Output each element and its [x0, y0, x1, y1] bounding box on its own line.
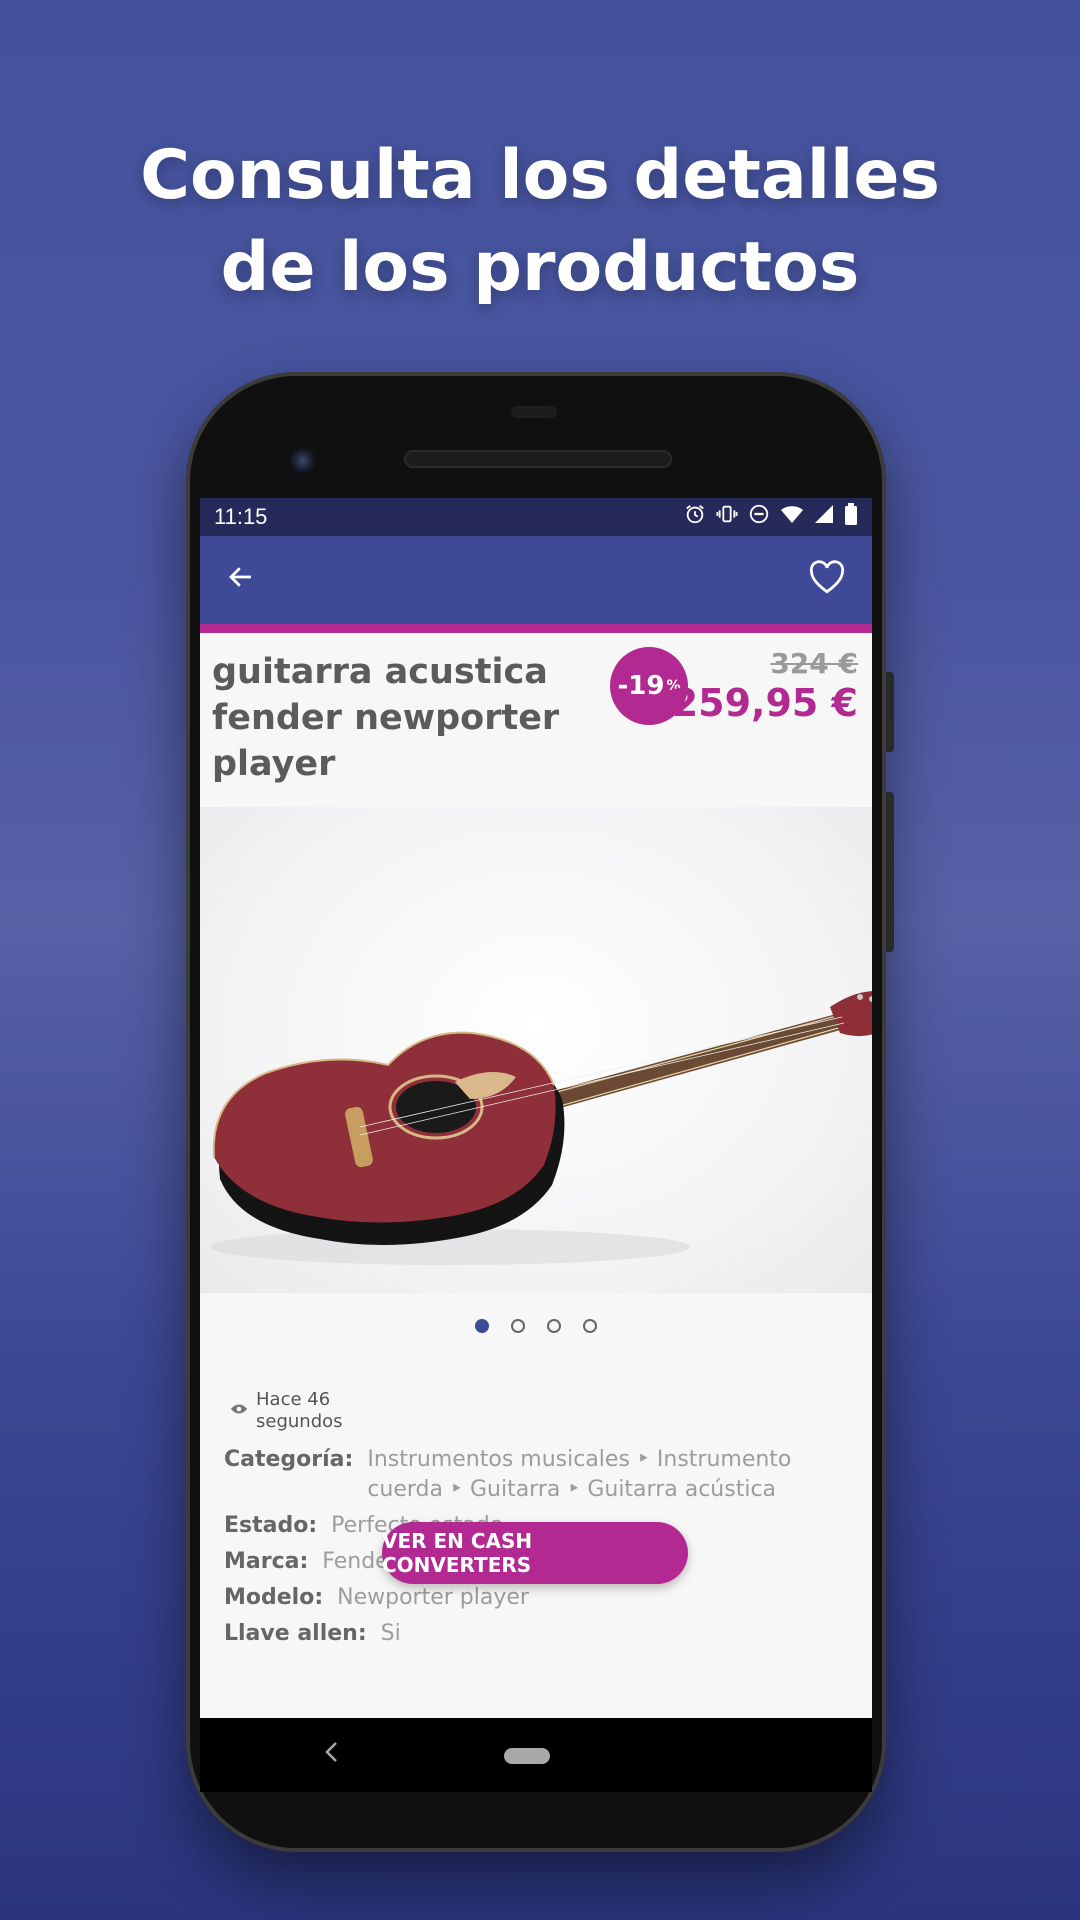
views-text-2: segundos	[256, 1411, 343, 1432]
view-in-store-button[interactable]: VER EN CASH CONVERTERS	[382, 1522, 688, 1584]
gallery-dot-2[interactable]	[511, 1319, 525, 1333]
headline: Consulta los detalles de los productos	[0, 130, 1080, 314]
new-price: 259,95 €	[671, 681, 858, 725]
spec-key: Categoría:	[224, 1447, 354, 1472]
gallery-dot-3[interactable]	[547, 1319, 561, 1333]
accent-stripe	[200, 624, 872, 633]
views-info: Hace 46 segundos	[230, 1389, 872, 1433]
eye-icon	[230, 1399, 248, 1421]
discount-number: -19	[617, 671, 665, 701]
volume-button	[886, 792, 894, 952]
vibrate-icon	[716, 503, 738, 531]
gallery-dots	[200, 1293, 872, 1369]
app-bar	[200, 536, 872, 624]
front-camera	[290, 448, 318, 476]
nav-home-pill[interactable]	[504, 1748, 550, 1764]
earpiece-speaker	[404, 450, 672, 468]
phone-frame: 11:15 guitarra acustica fender newporter…	[186, 372, 894, 1852]
product-header: guitarra acustica fender newporter playe…	[200, 633, 872, 807]
views-text: Hace 46	[256, 1389, 331, 1410]
battery-icon	[844, 503, 858, 531]
heart-outline-icon[interactable]	[808, 559, 846, 601]
gallery-dot-4[interactable]	[583, 1319, 597, 1333]
spec-row-allen-key: Llave allen: Si	[224, 1619, 872, 1649]
spec-row-category: Categoría: Instrumentos musicales ‣ Inst…	[224, 1445, 872, 1505]
spec-key: Estado:	[224, 1513, 318, 1538]
product-title: guitarra acustica fender newporter playe…	[212, 652, 560, 784]
spec-key: Llave allen:	[224, 1621, 367, 1646]
sensor-slit	[511, 406, 557, 418]
navigation-bar	[200, 1718, 872, 1792]
screen: 11:15 guitarra acustica fender newporter…	[200, 498, 872, 1718]
status-bar: 11:15	[200, 498, 872, 536]
status-icons	[684, 503, 858, 531]
spec-key: Marca:	[224, 1549, 309, 1574]
product-image[interactable]	[200, 807, 872, 1293]
spec-key: Modelo:	[224, 1585, 324, 1610]
headline-line-2: de los productos	[220, 228, 860, 307]
arrow-left-icon[interactable]	[226, 562, 256, 599]
status-time: 11:15	[214, 504, 268, 529]
wifi-icon	[780, 503, 804, 531]
dnd-icon	[748, 503, 770, 531]
old-price: 324 €	[770, 647, 858, 680]
spec-value: Instrumentos musicales ‣ Instrumento cue…	[367, 1447, 792, 1502]
headline-line-1: Consulta los detalles	[140, 136, 940, 215]
nav-back-icon[interactable]	[324, 1740, 338, 1770]
guitar-illustration	[210, 991, 872, 1265]
spec-row-model: Modelo: Newporter player	[224, 1583, 872, 1613]
spec-value: Newporter player	[337, 1585, 529, 1610]
signal-icon	[814, 503, 834, 531]
spec-value: Si	[380, 1621, 401, 1646]
alarm-icon	[684, 503, 706, 531]
gallery-dot-1[interactable]	[475, 1319, 489, 1333]
power-button	[886, 672, 894, 752]
